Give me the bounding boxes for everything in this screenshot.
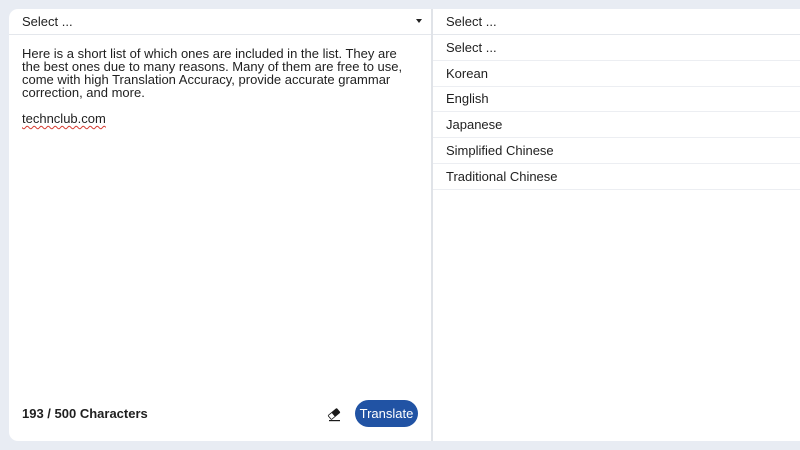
source-text-site: technclub.com: [22, 111, 106, 126]
target-language-options: Select ... Korean English Japanese Simpl…: [433, 35, 800, 190]
language-option[interactable]: Japanese: [433, 112, 800, 139]
source-panel: Select ... Here is a short list of which…: [9, 9, 431, 441]
target-panel: Select ... Select ... Korean English Jap…: [433, 9, 800, 441]
source-language-select-label: Select ...: [22, 14, 73, 29]
target-language-select-label: Select ...: [446, 14, 497, 29]
character-count: 193 / 500 Characters: [22, 406, 148, 421]
eraser-icon[interactable]: [326, 406, 342, 422]
chevron-down-icon: [416, 19, 422, 23]
language-option[interactable]: Simplified Chinese: [433, 138, 800, 164]
language-option[interactable]: English: [433, 87, 800, 113]
language-option[interactable]: Traditional Chinese: [433, 164, 800, 190]
language-option[interactable]: Select ...: [433, 35, 800, 61]
source-language-select[interactable]: Select ...: [9, 9, 431, 35]
language-option[interactable]: Korean: [433, 61, 800, 87]
source-text-paragraph: Here is a short list of which ones are i…: [22, 46, 403, 100]
source-text-area[interactable]: Here is a short list of which ones are i…: [22, 47, 418, 138]
source-footer: 193 / 500 Characters Translate: [9, 400, 431, 427]
translate-button[interactable]: Translate: [355, 400, 418, 427]
target-language-select[interactable]: Select ...: [433, 9, 800, 35]
